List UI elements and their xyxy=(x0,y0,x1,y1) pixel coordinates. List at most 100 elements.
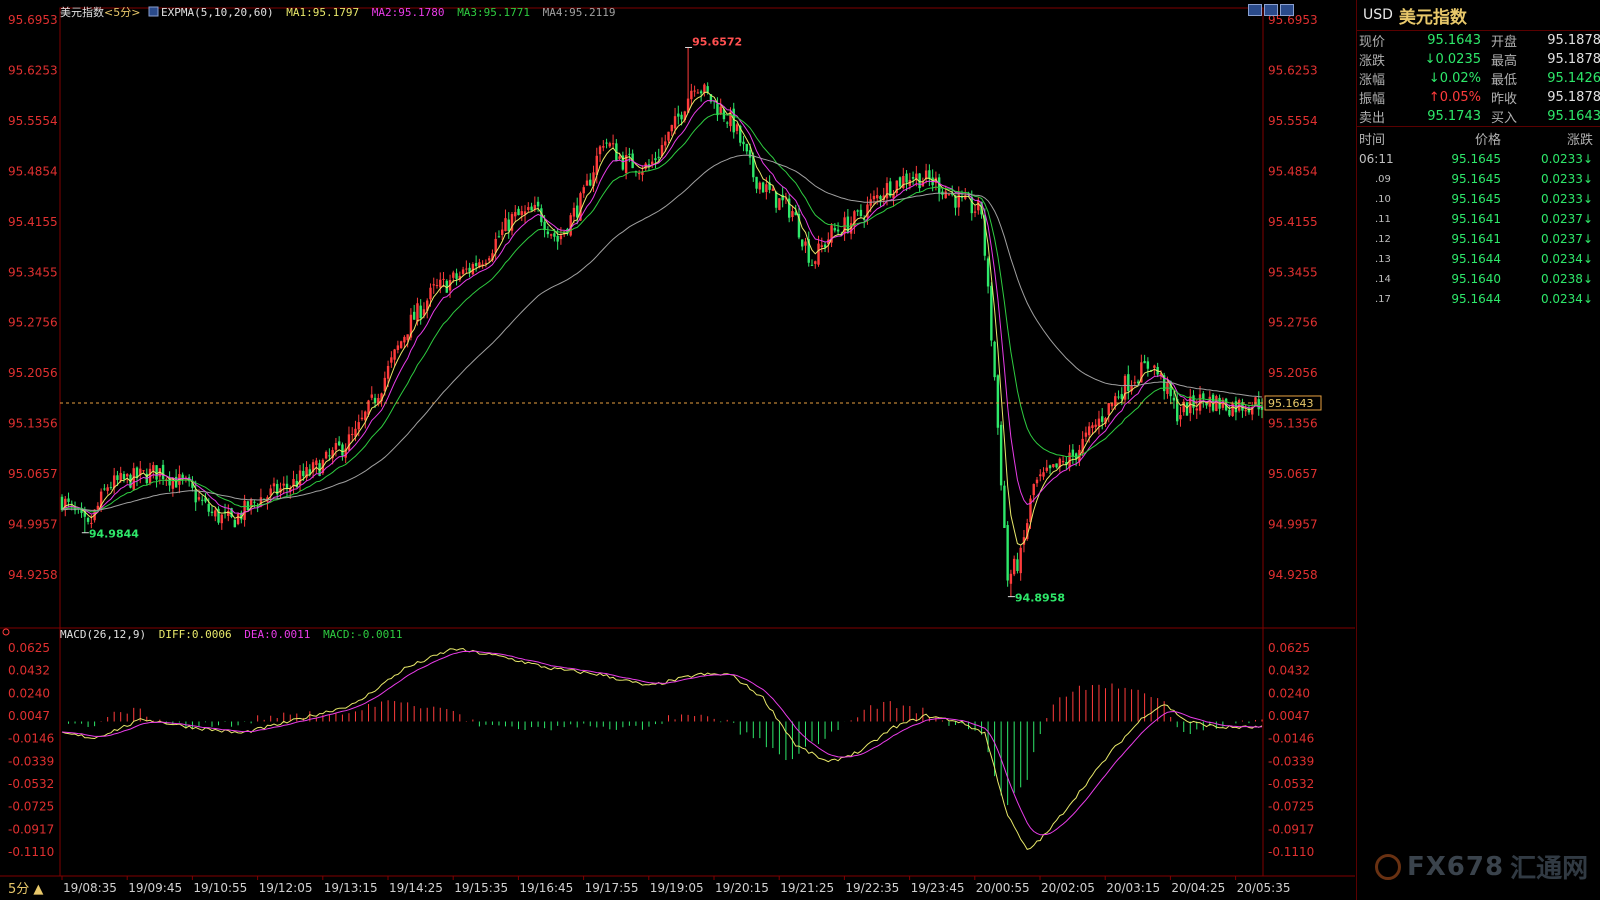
candle-body xyxy=(439,279,442,288)
time-axis-label: 19/09:45 xyxy=(128,881,182,895)
quote-label: 开盘 xyxy=(1491,35,1518,50)
candle-body xyxy=(699,91,703,94)
extreme-label: 94.9844 xyxy=(89,528,139,541)
period-selector[interactable]: 5分 ▲ xyxy=(8,878,43,897)
time-axis-label: 20/03:15 xyxy=(1106,881,1160,895)
candle-body xyxy=(1006,525,1009,581)
tick-change: 0.0233↓ xyxy=(1540,152,1593,166)
candle-body xyxy=(735,124,739,131)
candle-body xyxy=(651,161,654,165)
candle-body xyxy=(1172,397,1176,401)
price-axis-label-left: 95.0657 xyxy=(8,467,58,481)
price-axis-label-right: 95.3455 xyxy=(1268,265,1318,279)
price-axis-label-right: 95.0657 xyxy=(1268,467,1318,481)
quote-panel: USD 美元指数 现价 95.1643 开盘 95.1878 涨跌 ↓0.0235 最高 95… xyxy=(1356,0,1600,900)
quote-label: 买入 xyxy=(1491,111,1518,126)
candle-body xyxy=(928,170,931,179)
tick-time: .10 xyxy=(1375,193,1391,205)
quote-value: ↓0.02% xyxy=(1428,71,1481,86)
legend-ma4: MA4:95.2119 xyxy=(543,6,616,19)
candle-body xyxy=(1257,399,1260,410)
macd-axis-label-left: -0.0146 xyxy=(8,732,54,746)
macd-axis-label-left: -0.1110 xyxy=(8,845,54,859)
quote-panel-header: USD 美元指数 xyxy=(1357,0,1600,31)
candle-body xyxy=(201,499,204,501)
candle-body xyxy=(973,211,977,213)
tick-change: 0.0233↓ xyxy=(1540,172,1593,186)
candle-body xyxy=(197,497,201,500)
candle-body xyxy=(1244,410,1247,412)
candle-body xyxy=(90,522,93,524)
zoom-out-icon[interactable] xyxy=(1264,4,1278,16)
candle-body xyxy=(582,187,585,194)
time-axis-label: 19/08:35 xyxy=(63,881,117,895)
candle-body xyxy=(396,345,400,350)
candle-body xyxy=(419,305,422,319)
macd-axis-label-left: -0.0917 xyxy=(8,822,54,836)
legend-ma3: MA3:95.1771 xyxy=(457,6,530,19)
macd-settings-icon[interactable] xyxy=(2,628,10,636)
candle-body xyxy=(572,207,576,217)
candle-body xyxy=(487,258,491,261)
candle-body xyxy=(814,261,817,264)
quote-label: 最高 xyxy=(1491,54,1518,69)
legend-ma1: MA1:95.1797 xyxy=(286,6,359,19)
tick-time: .14 xyxy=(1375,273,1391,285)
quote-value: 95.1643 xyxy=(1427,33,1481,48)
candle-body xyxy=(605,142,608,144)
candle-body xyxy=(416,303,419,322)
tick-time: .11 xyxy=(1375,213,1391,225)
candle-body xyxy=(879,196,882,200)
candle-body xyxy=(680,114,683,120)
zoom-in-icon[interactable] xyxy=(1248,4,1262,16)
price-axis-label-right: 95.2756 xyxy=(1268,316,1318,330)
candle-body xyxy=(690,90,693,100)
candle-body xyxy=(207,503,210,512)
candle-body xyxy=(432,284,435,286)
svg-text:美元指数<5分>: 美元指数<5分> xyxy=(60,5,140,19)
candle-body xyxy=(210,511,214,514)
candle-body xyxy=(520,211,523,216)
legend-symbol: 美元指数 xyxy=(60,5,104,19)
candle-body xyxy=(693,90,696,92)
candle-body xyxy=(559,235,563,240)
quote-value: ↓0.0235 xyxy=(1424,52,1481,67)
candle-body xyxy=(337,441,341,446)
candle-body xyxy=(977,200,980,211)
quote-value: 95.1643 xyxy=(1547,109,1600,124)
macd-axis-label-right: -0.0339 xyxy=(1268,754,1314,768)
tick-change: 0.0233↓ xyxy=(1540,192,1593,206)
tick-price: 95.1640 xyxy=(1451,272,1501,286)
candle-body xyxy=(142,470,145,472)
price-axis-label-left: 95.6253 xyxy=(8,63,58,77)
chart-toolbar xyxy=(1248,4,1294,16)
quote-value: 95.1878 xyxy=(1547,90,1600,105)
candle-body xyxy=(791,211,794,218)
macd-axis-label-right: 0.0432 xyxy=(1268,664,1310,678)
candle-body xyxy=(549,234,553,236)
instrument-code: USD xyxy=(1363,7,1393,23)
candle-body xyxy=(1012,558,1016,575)
quote-value: ↑0.05% xyxy=(1428,90,1481,105)
kline-chart[interactable]: 美元指数<5分> EXPMA(5,10,20,60) MA1:95.1797 M… xyxy=(0,0,1355,900)
price-axis-label-right: 95.4854 xyxy=(1268,164,1318,178)
candle-body xyxy=(810,264,814,266)
price-axis-label-right: 95.5554 xyxy=(1268,114,1318,128)
fx678-logo-icon xyxy=(1375,853,1401,880)
tick-row: .09 95.1645 0.0233↓ xyxy=(1357,169,1600,189)
candle-body xyxy=(155,465,158,480)
chart-mode-icon[interactable] xyxy=(1280,4,1294,16)
candle-body xyxy=(527,207,530,210)
candle-body xyxy=(324,451,328,459)
candle-body xyxy=(820,245,823,247)
time-axis-label: 20/00:55 xyxy=(976,881,1030,895)
candle-body xyxy=(911,176,915,179)
indicator-settings-icon[interactable] xyxy=(148,6,159,17)
candle-body xyxy=(872,195,876,200)
candle-body xyxy=(993,341,996,378)
candle-body xyxy=(253,501,256,503)
tick-change: 0.0237↓ xyxy=(1540,232,1593,246)
tick-price: 95.1641 xyxy=(1451,232,1501,246)
candle-body xyxy=(1146,361,1150,369)
candle-body xyxy=(390,357,393,363)
